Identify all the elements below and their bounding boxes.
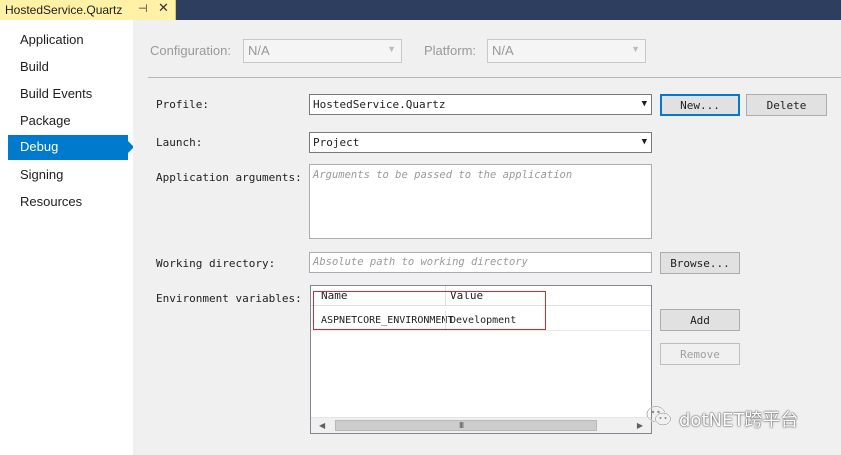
configuration-select: N/A ▼	[243, 39, 402, 63]
new-profile-button[interactable]: New...	[660, 94, 740, 116]
chevron-down-icon: ▼	[387, 44, 396, 54]
env-vars-label: Environment variables:	[156, 292, 302, 305]
working-dir-label: Working directory:	[156, 257, 276, 270]
configuration-value: N/A	[248, 43, 270, 58]
platform-label: Platform:	[424, 43, 477, 58]
watermark-text: dotNET跨平台	[679, 410, 799, 431]
configuration-label: Configuration:	[150, 43, 231, 58]
sidebar-item-build-events[interactable]: Build Events	[8, 82, 128, 107]
scroll-left-icon[interactable]: ◀	[319, 421, 325, 430]
scrollbar-thumb[interactable]: III	[335, 420, 597, 431]
sidebar-item-debug[interactable]: Debug	[8, 135, 134, 160]
remove-env-var-button: Remove	[660, 343, 740, 365]
pin-icon[interactable]: ⊣	[138, 2, 148, 15]
add-env-var-button[interactable]: Add	[660, 309, 740, 331]
scroll-right-icon[interactable]: ▶	[637, 421, 643, 430]
sidebar-item-package[interactable]: Package	[8, 109, 128, 134]
highlight-box	[313, 291, 546, 330]
profile-value: HostedService.Quartz	[313, 98, 446, 111]
browse-button[interactable]: Browse...	[660, 252, 740, 274]
document-tab-title: HostedService.Quartz	[5, 3, 123, 17]
app-args-input[interactable]: Arguments to be passed to the applicatio…	[309, 164, 652, 239]
working-dir-placeholder: Absolute path to working directory	[313, 256, 528, 268]
working-dir-input[interactable]: Absolute path to working directory	[309, 252, 652, 273]
chevron-down-icon: ▼	[641, 99, 647, 109]
profile-select[interactable]: HostedService.Quartz ▼	[309, 94, 652, 115]
launch-label: Launch:	[156, 136, 203, 149]
chevron-down-icon: ▼	[641, 137, 647, 147]
sidebar-item-build[interactable]: Build	[8, 55, 128, 80]
scrollbar-grip: III	[459, 421, 464, 430]
watermark: dotNET跨平台	[646, 400, 826, 434]
sidebar-item-signing[interactable]: Signing	[8, 163, 128, 188]
profile-label: Profile:	[156, 98, 209, 111]
delete-profile-button[interactable]: Delete	[746, 94, 827, 116]
platform-select: N/A ▼	[487, 39, 646, 63]
sidebar: Application Build Build Events Package D…	[0, 20, 134, 455]
launch-select[interactable]: Project ▼	[309, 132, 652, 153]
launch-value: Project	[313, 136, 360, 149]
horizontal-scrollbar[interactable]: ◀ III ▶	[311, 417, 651, 433]
app-args-label: Application arguments:	[156, 171, 302, 184]
app-args-placeholder: Arguments to be passed to the applicatio…	[313, 169, 573, 181]
wechat-icon	[646, 405, 672, 426]
sidebar-item-resources[interactable]: Resources	[8, 190, 128, 215]
sidebar-item-application[interactable]: Application	[8, 28, 128, 53]
chevron-down-icon: ▼	[631, 44, 640, 54]
document-tab[interactable]: HostedService.Quartz ⊣ ✕	[0, 0, 176, 20]
platform-value: N/A	[492, 43, 514, 58]
close-icon[interactable]: ✕	[158, 1, 169, 16]
divider	[148, 77, 841, 78]
